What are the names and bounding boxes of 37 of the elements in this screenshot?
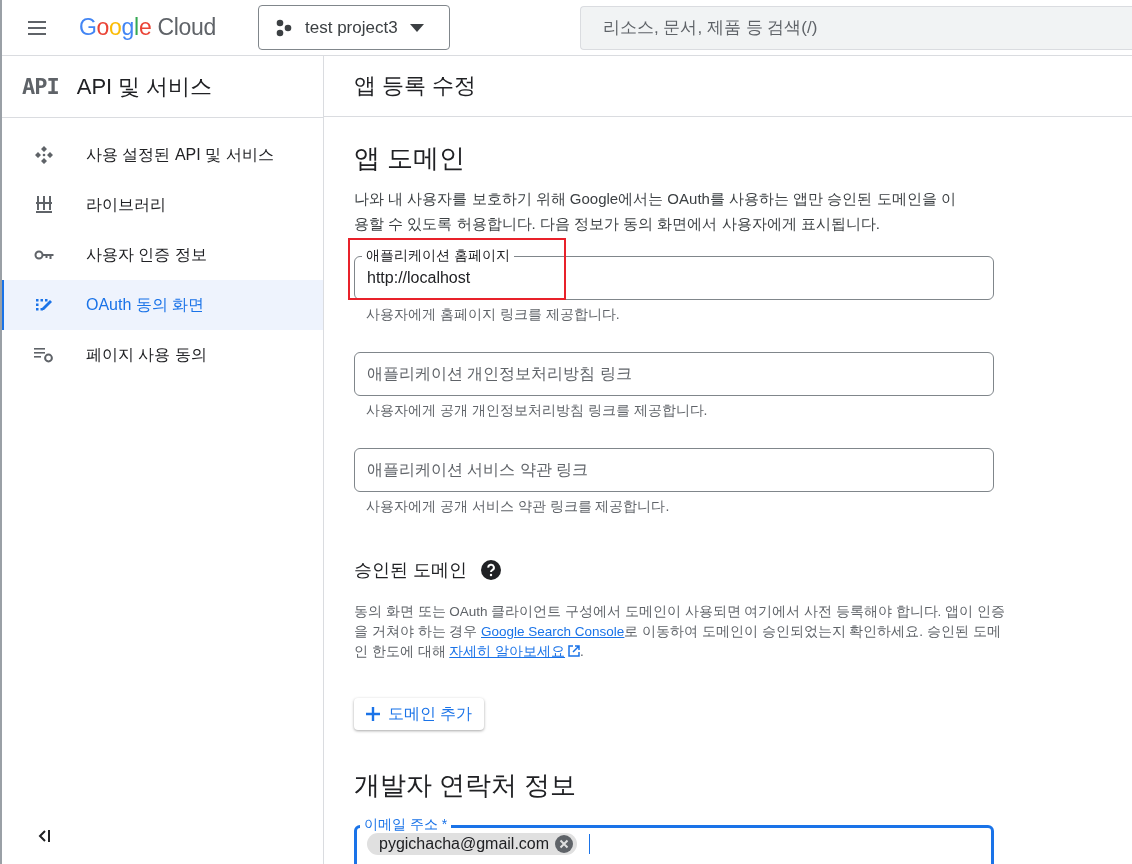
help-link[interactable]: 자세히 알아보세요 (449, 644, 581, 659)
text-field[interactable]: 애플리케이션 서비스 약관 링크 (354, 448, 994, 492)
sidebar-item[interactable]: OAuth 동의 화면 (2, 280, 323, 330)
section-description: 나와 내 사용자를 보호하기 위해 Google에서는 OAuth를 사용하는 앱만 승인된 도메인을 이용할 수 있도록 허용합니다. 다음 정보가 동의 화면에서 사용자에게 표시됩니다. (354, 189, 956, 234)
dots-pencil-icon (36, 298, 52, 312)
add-domain-button[interactable]: 도메인 추가 (354, 698, 485, 730)
help-link[interactable]: Google Search Console (481, 624, 625, 639)
project-icon (275, 18, 293, 37)
sidebar-item[interactable]: 사용 설정된 API 및 서비스 (2, 130, 323, 180)
google-cloud-logo[interactable]: Google Cloud (79, 14, 216, 41)
sidebar-item[interactable]: 사용자 인증 정보 (2, 230, 323, 280)
section-heading: 개발자 연락처 정보 (354, 769, 578, 802)
field-label: 이메일 주소 * (360, 815, 452, 833)
project-picker[interactable]: test project3 (258, 5, 450, 50)
section-heading: 앱 도메인 (354, 142, 467, 175)
search-field[interactable]: 리소스, 문서, 제품 등 검색(/) (580, 5, 1132, 50)
diamond-dots-icon (35, 146, 53, 164)
plus-icon (366, 707, 380, 721)
api-label: API (22, 74, 59, 99)
helper-text: 사용자에게 공개 서비스 약관 링크를 제공합니다. (365, 497, 671, 516)
email-chip[interactable]: pygichacha@gmail.com (367, 833, 578, 855)
helper-text: 사용자에게 홈페이지 링크를 제공합니다. (365, 305, 621, 324)
section-heading: 승인된 도메인 (354, 559, 467, 582)
sidebar-title: API 및 서비스 (76, 72, 213, 101)
page-title: 앱 등록 수정 (354, 72, 477, 100)
external-link-icon (568, 645, 581, 657)
sidebar-item[interactable]: 페이지 사용 동의 (2, 330, 323, 380)
domain-help-text: 동의 화면 또는 OAuth 클라이언트 구성에서 도메인이 사용되면 여기에서 사전 등록해야 합니다. 앱이 인증을 거쳐야 하는 경우 Google Search Console로 이동하여 도메인이 승인되었는지 확인하세요. 승인된 도메인 한도에 대해 자세히 알아보세요 . (354, 603, 1006, 661)
text-field[interactable]: 애플리케이션 개인정보처리방침 링크 (354, 352, 994, 396)
library-icon (36, 196, 52, 214)
help-icon[interactable] (481, 560, 501, 580)
field-label: 애플리케이션 홈페이지 (362, 246, 514, 264)
caret-icon (409, 23, 424, 32)
remove-icon[interactable] (555, 835, 574, 853)
sidebar-item[interactable]: 라이브러리 (2, 180, 323, 230)
helper-text: 사용자에게 공개 개인정보처리방침 링크를 제공합니다. (365, 401, 709, 420)
key-icon (34, 249, 54, 261)
